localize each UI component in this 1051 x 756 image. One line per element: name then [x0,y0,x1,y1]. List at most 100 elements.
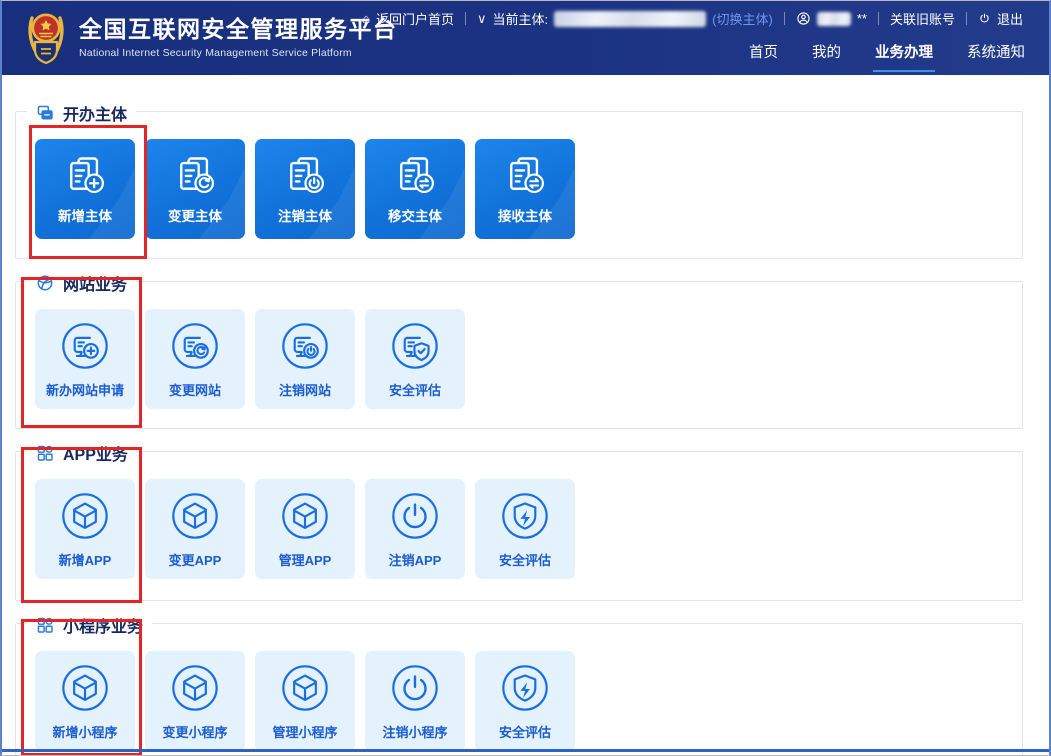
card-manage-miniprogram[interactable]: 管理小程序 [255,651,355,751]
nav-home[interactable]: 首页 [749,41,778,72]
card-change-website[interactable]: 变更网站 [145,309,245,409]
card-label: 变更主体 [168,209,222,224]
card-security-assessment-app[interactable]: 安全评估 [475,479,575,579]
cube-icon [169,662,221,714]
card-row: 新增APP 变更APP 管理APP 注销APP 安全评估 [35,479,575,579]
card-label: 移交主体 [388,209,442,224]
section-website-header: 网站业务 [27,271,137,295]
card-cancel-miniprogram[interactable]: 注销小程序 [365,651,465,751]
power-icon [389,662,441,714]
cube-icon [169,490,221,542]
content: 开办主体 新增主体 变更主体 注销主体 移交主体 接收主体 网站业务 新办网站申… [2,75,1049,755]
document-plus-icon [63,153,107,197]
card-row: 新增小程序 变更小程序 管理小程序 注销小程序 安全评估 [35,651,575,751]
card-label: 注销小程序 [382,724,448,740]
police-badge-logo [26,9,66,65]
app-grid-icon [36,444,54,462]
monitor-plus-icon [59,320,111,372]
home-icon: ⌂ [362,11,371,26]
card-cancel-website[interactable]: 注销网站 [255,309,355,409]
card-receive-entity[interactable]: 接收主体 [475,139,575,239]
card-add-entity[interactable]: 新增主体 [35,139,135,239]
logout-link[interactable]: 退出 [997,9,1023,28]
nav-system-notice[interactable]: 系统通知 [967,41,1025,72]
cube-icon [279,490,331,542]
card-label: 注销网站 [278,382,331,398]
section-website: 网站业务 新办网站申请 变更网站 注销网站 安全评估 [15,271,1023,429]
monitor-refresh-icon [169,320,221,372]
cube-icon [59,490,111,542]
section-entity-header: 开办主体 [27,101,137,125]
account-name-masked [816,11,851,26]
account-masked-suffix: ** [856,11,867,26]
card-change-app[interactable]: 变更APP [145,479,245,579]
section-entity: 开办主体 新增主体 变更主体 注销主体 移交主体 接收主体 [15,101,1023,259]
card-label: 变更网站 [168,382,221,398]
card-label: 注销APP [388,552,442,568]
card-security-assessment-website[interactable]: 安全评估 [365,309,465,409]
brand: 全国互联网安全管理服务平台 National Internet Security… [26,9,398,65]
card-label: 管理APP [278,552,332,568]
nav-mine[interactable]: 我的 [812,41,841,72]
card-label: 变更APP [168,552,222,568]
card-transfer-entity[interactable]: 移交主体 [365,139,465,239]
link-old-account[interactable]: 关联旧账号 [890,9,955,28]
card-label: 接收主体 [498,209,552,224]
divider [877,12,879,25]
card-label: 新增主体 [58,209,112,224]
globe-icon [36,274,54,292]
card-change-miniprogram[interactable]: 变更小程序 [145,651,245,751]
card-security-assessment-miniprogram[interactable]: 安全评估 [475,651,575,751]
power-icon [389,490,441,542]
overlapping-windows-icon [36,104,54,122]
section-miniprogram-header: 小程序业务 [27,613,153,637]
section-title: APP业务 [63,447,128,464]
switch-entity-link[interactable]: (切换主体) [712,9,773,28]
cube-icon [59,662,111,714]
topbar: ⌂ 返回门户首页 ∨ 当前主体: (切换主体) ** 关联旧账号 退出 [362,9,1023,28]
section-title: 小程序业务 [63,619,144,636]
brand-text: 全国互联网安全管理服务平台 National Internet Security… [79,15,398,59]
card-label: 新增小程序 [52,724,118,740]
card-new-website-application[interactable]: 新办网站申请 [35,309,135,409]
document-receive-icon [503,153,547,197]
section-miniprogram: 小程序业务 新增小程序 变更小程序 管理小程序 注销小程序 安全评估 [15,613,1023,755]
card-cancel-entity[interactable]: 注销主体 [255,139,355,239]
monitor-power-icon [279,320,331,372]
section-title: 网站业务 [63,277,128,294]
current-entity-label: 当前主体: [492,12,549,27]
shield-bolt-icon [499,662,551,714]
card-row: 新增主体 变更主体 注销主体 移交主体 接收主体 [35,139,575,239]
app-grid-icon [36,616,54,634]
divider [965,12,967,25]
header: 全国互联网安全管理服务平台 National Internet Security… [2,1,1049,75]
card-label: 新增APP [58,552,112,568]
card-change-entity[interactable]: 变更主体 [145,139,245,239]
card-label: 变更小程序 [162,724,228,740]
main-nav: 首页 我的 业务办理 系统通知 [749,41,1025,72]
return-portal-home-link[interactable]: 返回门户首页 [376,9,454,28]
card-label: 安全评估 [498,724,551,740]
document-transfer-icon [393,153,437,197]
card-add-miniprogram[interactable]: 新增小程序 [35,651,135,751]
document-refresh-icon [173,153,217,197]
power-icon [978,12,991,25]
app-window: 全国互联网安全管理服务平台 National Internet Security… [0,0,1051,756]
card-label: 安全评估 [498,552,551,568]
cube-icon [279,662,331,714]
card-cancel-app[interactable]: 注销APP [365,479,465,579]
section-app-header: APP业务 [27,441,137,465]
shield-bolt-icon [499,490,551,542]
card-add-app[interactable]: 新增APP [35,479,135,579]
card-manage-app[interactable]: 管理APP [255,479,355,579]
card-label: 安全评估 [388,382,441,398]
monitor-shield-check-icon [389,320,441,372]
chevron-down-icon: ∨ [477,10,487,26]
card-label: 注销主体 [278,209,332,224]
current-entity-masked-value [554,10,707,27]
section-title: 开办主体 [63,107,128,124]
nav-business-handling[interactable]: 业务办理 [873,41,935,72]
card-row: 新办网站申请 变更网站 注销网站 安全评估 [35,309,465,409]
document-power-icon [283,153,327,197]
card-label: 新办网站申请 [45,382,124,398]
